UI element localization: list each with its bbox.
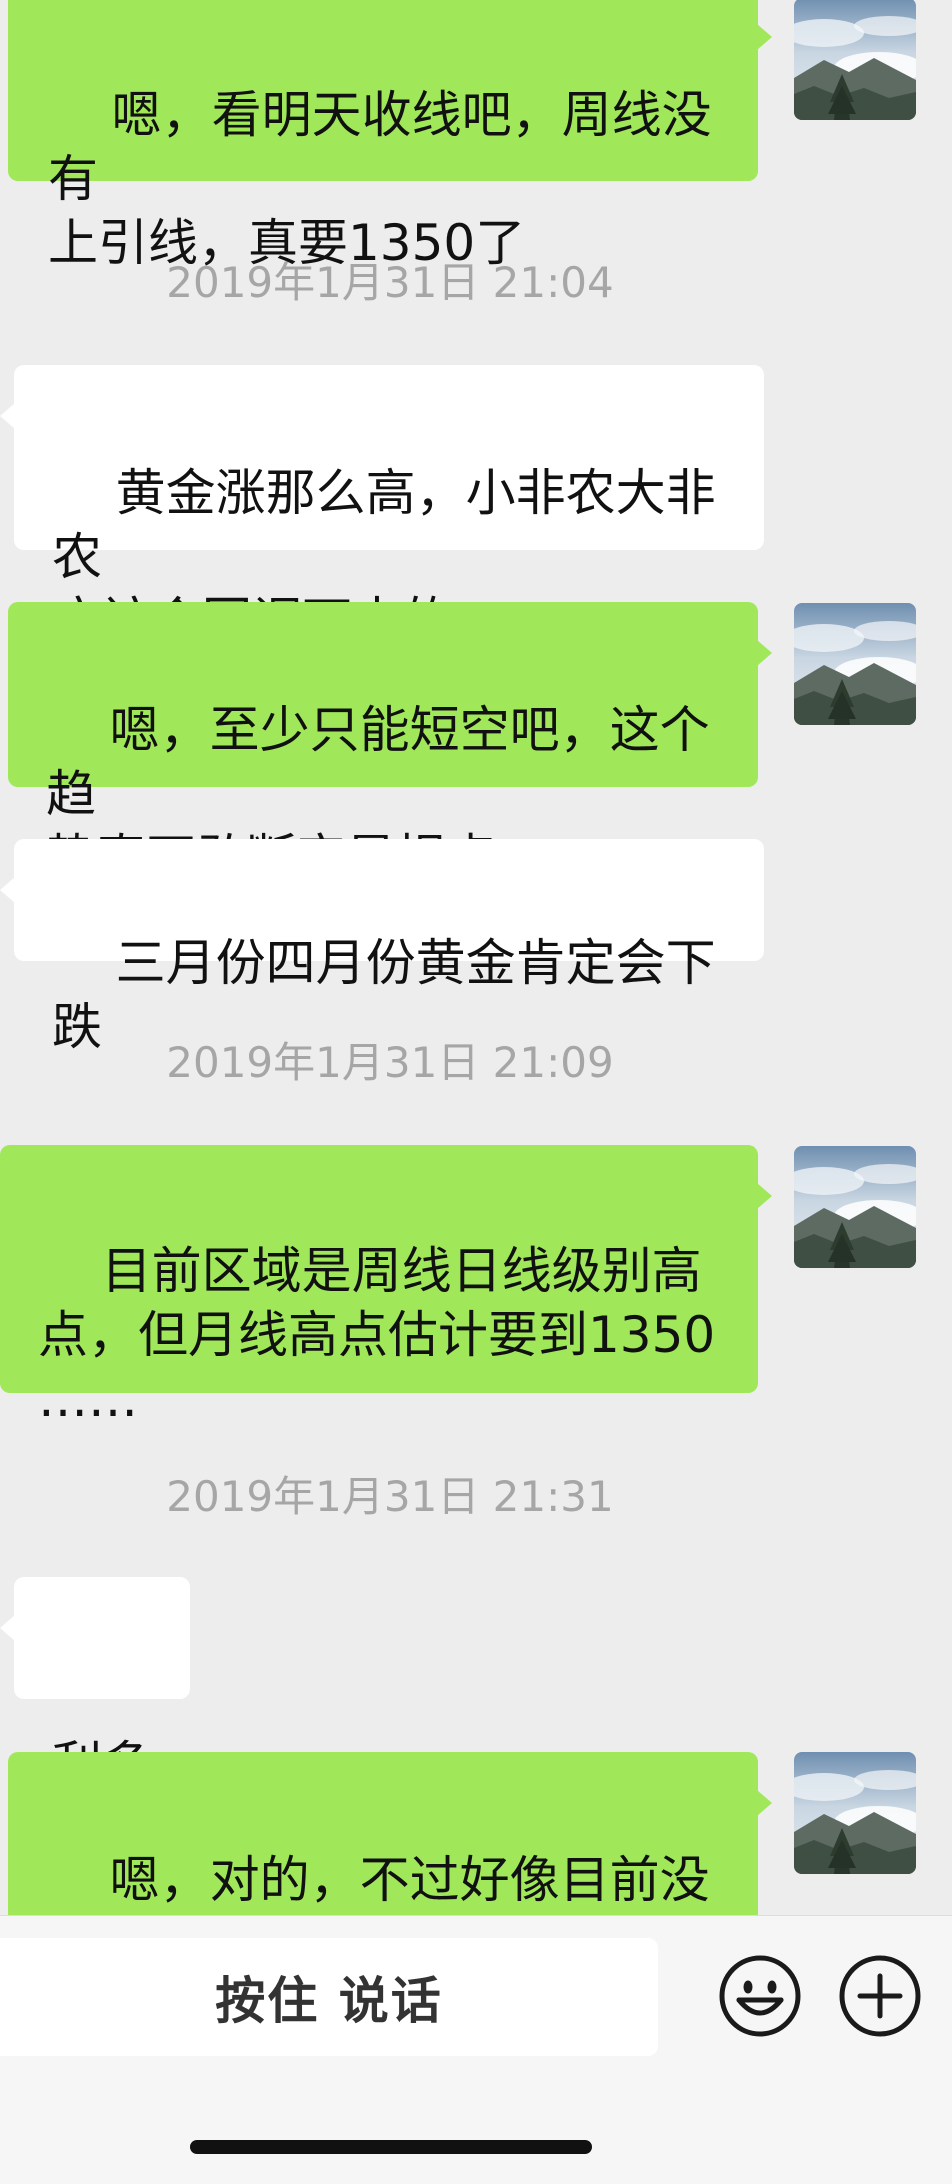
chat-message-list[interactable]: 嗯，看明天收线吧，周线没有 上引线，真要1350了 2019年1月31日 21:… [0,0,952,1915]
message-timestamp: 2019年1月31日 21:04 [166,258,614,307]
home-indicator[interactable] [190,2140,592,2154]
message-text: 嗯，看明天收线吧，周线没有 上引线，真要1350了 [48,86,712,272]
incoming-message[interactable]: 黄金涨那么高，小非农大非农 应该会回调下来的 [0,365,764,650]
outgoing-message[interactable]: 目前区域是周线日线级别高 点，但月线高点估计要到1350 …… [0,1145,772,1428]
emoji-button[interactable] [718,1954,802,2038]
user-avatar[interactable] [794,1752,916,1874]
message-timestamp: 2019年1月31日 21:09 [166,1038,614,1087]
message-text: 目前区域是周线日线级别高 点，但月线高点估计要到1350 …… [38,1242,716,1428]
outgoing-message[interactable]: 嗯，看明天收线吧，周线没有 上引线，真要1350了 [8,0,772,272]
hold-to-talk-button[interactable]: 按住 说话 [0,1938,658,2056]
avatar-image [794,1752,916,1874]
avatar-image [794,0,916,120]
smiley-face-icon [719,1955,801,2037]
avatar-image [794,1146,916,1268]
user-avatar[interactable] [794,0,916,120]
user-avatar[interactable] [794,603,916,725]
message-timestamp: 2019年1月31日 21:31 [166,1472,614,1521]
avatar-image [794,603,916,725]
outgoing-message[interactable]: 嗯，对的，不过好像目前没涨 上去 [8,1752,772,1915]
user-avatar[interactable] [794,1146,916,1268]
incoming-message[interactable]: 利多 [0,1577,190,1794]
message-text: 嗯，对的，不过好像目前没涨 上去 [109,1851,710,1909]
outgoing-message[interactable]: 嗯，至少只能短空吧，这个趋 势真不敢断定是拐点 [8,602,772,887]
more-options-button[interactable] [838,1954,922,2038]
plus-circle-icon [839,1955,921,2037]
incoming-message[interactable]: 三月份四月份黄金肯定会下跌 [0,839,764,1056]
